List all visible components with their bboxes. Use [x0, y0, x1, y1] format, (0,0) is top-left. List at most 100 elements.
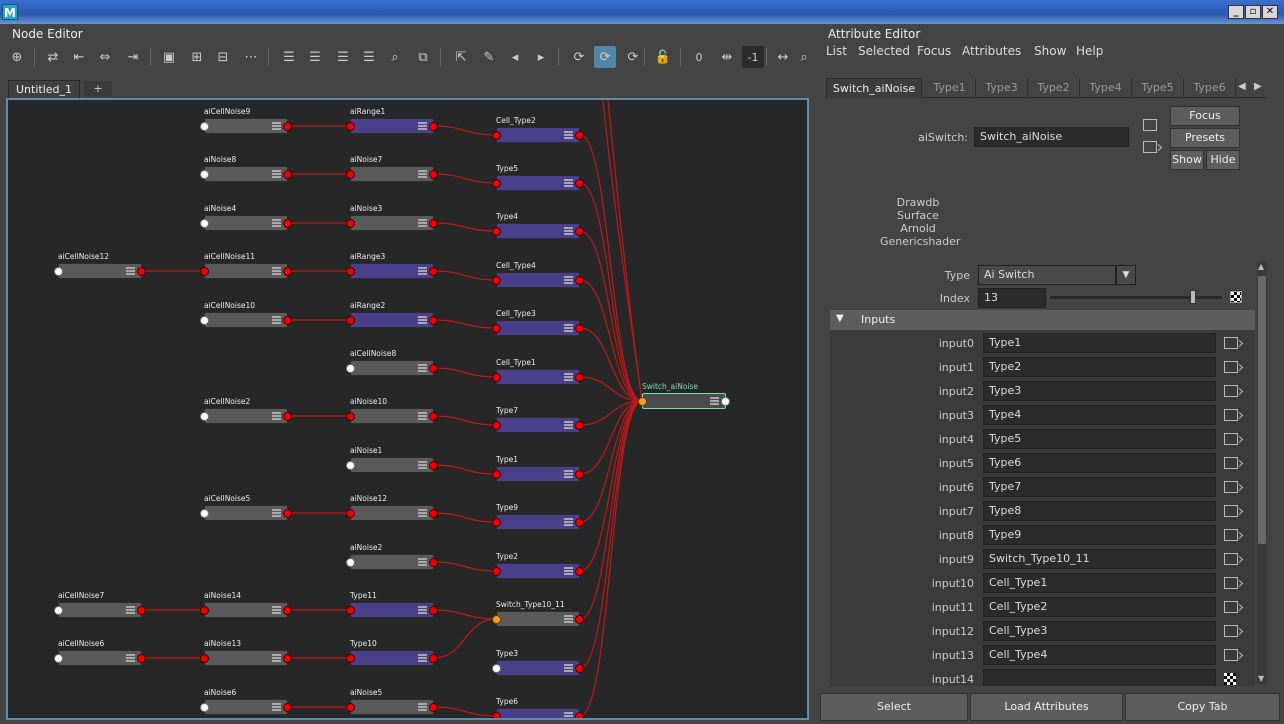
input-field[interactable]: [983, 669, 1216, 686]
connection-wire[interactable]: [579, 182, 643, 402]
input-field[interactable]: Switch_Type10_11: [983, 549, 1216, 569]
node-display-mode-icon[interactable]: [564, 421, 573, 429]
frame-selected-icon[interactable]: ⊞: [186, 46, 208, 68]
input-connection-icon[interactable]: [1224, 625, 1238, 637]
graph-node[interactable]: [204, 166, 288, 182]
custom-mode-icon[interactable]: ☰: [358, 46, 380, 68]
node-display-mode-icon[interactable]: [418, 509, 427, 517]
input-connection-icon[interactable]: [1224, 433, 1238, 445]
zoom-value[interactable]: -1: [742, 46, 764, 68]
menu-list[interactable]: List: [826, 44, 847, 58]
node-display-mode-icon[interactable]: [272, 316, 281, 324]
graph-node[interactable]: [58, 602, 142, 618]
connection-wire[interactable]: [579, 400, 643, 717]
graph-node[interactable]: [350, 263, 434, 279]
scroll-down-icon[interactable]: ▼: [1258, 674, 1264, 683]
input-field[interactable]: Type3: [983, 381, 1216, 401]
input-port[interactable]: [346, 316, 355, 325]
layout-icon[interactable]: ⟳: [568, 46, 590, 68]
node-display-mode-icon[interactable]: [272, 122, 281, 130]
input-port[interactable]: [200, 654, 209, 663]
node-display-mode-icon[interactable]: [418, 122, 427, 130]
graph-node[interactable]: [496, 417, 580, 433]
add-selected-icon[interactable]: ⊕: [6, 46, 28, 68]
connected-mode-icon[interactable]: ☰: [304, 46, 326, 68]
output-port[interactable]: [429, 703, 438, 712]
output-port[interactable]: [137, 654, 146, 663]
overflow-icon[interactable]: ⌕: [798, 46, 810, 68]
input-field[interactable]: Cell_Type1: [983, 573, 1216, 593]
graph-node[interactable]: [496, 320, 580, 336]
input-connection-icon[interactable]: [1224, 505, 1238, 517]
input-port[interactable]: [346, 461, 355, 470]
input-connection-icon[interactable]: [1224, 673, 1236, 685]
input-port[interactable]: [346, 606, 355, 615]
graph-node[interactable]: [204, 408, 288, 424]
graph-node[interactable]: [350, 602, 434, 618]
input-port[interactable]: [492, 179, 501, 188]
input-connection-icon[interactable]: [1224, 337, 1238, 349]
output-port[interactable]: [575, 421, 584, 430]
graph-node[interactable]: [350, 408, 434, 424]
connection-wire[interactable]: [433, 706, 497, 717]
lock-icon[interactable]: 🔓: [652, 46, 674, 68]
attribute-filter-icon[interactable]: ⧉: [412, 46, 434, 68]
input-connection-icon[interactable]: [1224, 553, 1238, 565]
input-port[interactable]: [54, 654, 63, 663]
output-port[interactable]: [575, 615, 584, 624]
chevron-down-icon[interactable]: ▼: [1116, 265, 1136, 285]
output-connections-icon[interactable]: [1143, 141, 1157, 153]
node-display-mode-icon[interactable]: [418, 703, 427, 711]
input-connection-icon[interactable]: [1224, 649, 1238, 661]
graph-node[interactable]: [350, 699, 434, 715]
node-display-mode-icon[interactable]: [272, 170, 281, 178]
node-display-mode-icon[interactable]: [418, 461, 427, 469]
node-display-mode-icon[interactable]: [564, 518, 573, 526]
connection-wire[interactable]: [579, 400, 643, 669]
node-display-mode-icon[interactable]: [418, 219, 427, 227]
select-button[interactable]: Select: [820, 693, 968, 721]
add-tab-button[interactable]: +: [84, 81, 112, 97]
node-display-mode-icon[interactable]: [418, 654, 427, 662]
input-connection-icon[interactable]: [1224, 601, 1238, 613]
show-inputs-icon[interactable]: ⇤: [68, 46, 90, 68]
frame-all-icon[interactable]: ▣: [158, 46, 180, 68]
graph-node[interactable]: [204, 263, 288, 279]
output-port[interactable]: [429, 461, 438, 470]
input-port[interactable]: [346, 267, 355, 276]
node-display-mode-icon[interactable]: [272, 654, 281, 662]
connection-wire[interactable]: [433, 125, 497, 136]
menu-focus[interactable]: Focus: [917, 44, 951, 58]
input-connection-icon[interactable]: [1224, 361, 1238, 373]
output-port[interactable]: [283, 654, 292, 663]
output-port[interactable]: [429, 364, 438, 373]
node-display-mode-icon[interactable]: [564, 227, 573, 235]
input-port[interactable]: [346, 412, 355, 421]
graph-node[interactable]: [204, 312, 288, 328]
graph-down-icon[interactable]: ⋯: [240, 46, 262, 68]
graph-node[interactable]: [350, 505, 434, 521]
node-display-mode-icon[interactable]: [564, 470, 573, 478]
node-display-mode-icon[interactable]: [418, 606, 427, 614]
tab-type3[interactable]: Type3: [976, 78, 1028, 98]
graph-node[interactable]: [58, 650, 142, 666]
input-port[interactable]: [200, 170, 209, 179]
output-port[interactable]: [575, 324, 584, 333]
tab-scroll-right-icon[interactable]: ▶: [1254, 81, 1262, 92]
node-display-mode-icon[interactable]: [272, 267, 281, 275]
connection-wire[interactable]: [433, 319, 497, 329]
graph-node[interactable]: [496, 708, 580, 718]
index-slider-track[interactable]: [1050, 296, 1222, 299]
input-port[interactable]: [346, 558, 355, 567]
connection-wire[interactable]: [433, 512, 497, 523]
input-port[interactable]: [346, 219, 355, 228]
graph-node[interactable]: [496, 272, 580, 288]
output-port[interactable]: [283, 122, 292, 131]
type-dropdown[interactable]: Ai Switch: [978, 265, 1116, 285]
tab-type5[interactable]: Type5: [1132, 78, 1184, 98]
output-port[interactable]: [575, 518, 584, 527]
output-port[interactable]: [575, 664, 584, 673]
input-port[interactable]: [346, 703, 355, 712]
menu-attributes[interactable]: Attributes: [962, 44, 1021, 58]
input-port[interactable]: [492, 227, 501, 236]
